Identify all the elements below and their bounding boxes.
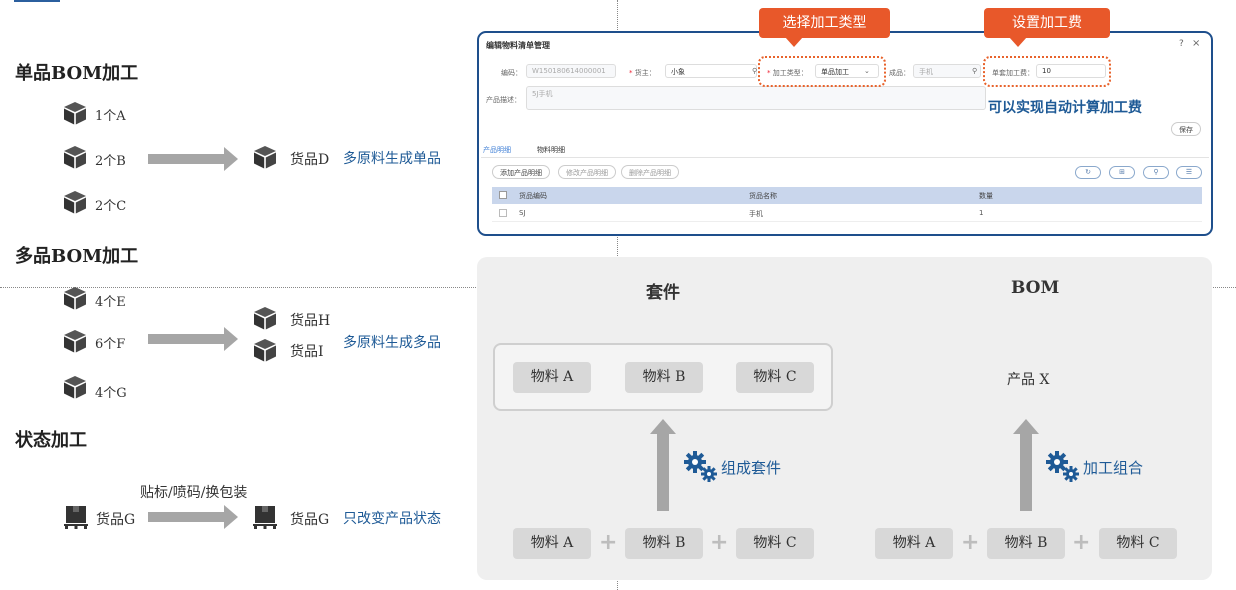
description-field[interactable]: 5J手机 bbox=[526, 86, 986, 110]
cell-code: SJ bbox=[519, 209, 526, 217]
plus-icon: + bbox=[710, 530, 729, 555]
column-settings-icon[interactable]: ☰ bbox=[1176, 166, 1202, 179]
callout-pointer bbox=[1009, 37, 1027, 47]
close-icon[interactable]: × bbox=[1192, 38, 1200, 49]
export-icon[interactable]: ⊞ bbox=[1109, 166, 1135, 179]
box-icon bbox=[64, 376, 86, 399]
multi-bom-title: 多品BOM加工 bbox=[15, 246, 139, 267]
box-icon bbox=[64, 191, 86, 214]
table-row[interactable]: SJ 手机 1 bbox=[492, 205, 1202, 222]
state-process-note: 只改变产品状态 bbox=[343, 511, 441, 527]
code-field[interactable]: W150180614000001 bbox=[526, 64, 616, 78]
single-material-a: 1个A bbox=[95, 109, 126, 124]
add-product-detail-button[interactable]: 添加产品明细 bbox=[492, 165, 550, 179]
column-header-code[interactable]: 货品编码 bbox=[519, 191, 547, 201]
box-icon bbox=[64, 330, 86, 353]
multi-output-goods-i: 货品I bbox=[290, 344, 324, 360]
plus-icon: + bbox=[1072, 530, 1091, 555]
callout-pointer bbox=[785, 37, 803, 47]
gears-icon bbox=[684, 451, 717, 482]
state-process-title: 状态加工 bbox=[15, 430, 87, 451]
column-header-name[interactable]: 货品名称 bbox=[749, 191, 777, 201]
kit-title: 套件 bbox=[646, 283, 680, 303]
box-icon bbox=[64, 146, 86, 169]
kit-top-material-b: 物料 B bbox=[625, 362, 703, 393]
tab-divider bbox=[481, 157, 1209, 158]
edit-product-detail-button[interactable]: 修改产品明细 bbox=[558, 165, 616, 179]
plus-icon: + bbox=[599, 530, 618, 555]
single-material-c: 2个C bbox=[95, 199, 127, 214]
kit-top-material-c: 物料 C bbox=[736, 362, 814, 393]
plus-icon: + bbox=[961, 530, 980, 555]
bom-bottom-material-b: 物料 B bbox=[987, 528, 1065, 559]
right-arrow-icon bbox=[148, 327, 238, 351]
kit-bottom-material-a: 物料 A bbox=[513, 528, 591, 559]
pallet-box-icon bbox=[253, 506, 277, 529]
set-fee-callout: 设置加工费 bbox=[984, 8, 1110, 38]
box-icon bbox=[254, 146, 276, 169]
gears-icon bbox=[1046, 451, 1079, 482]
save-button[interactable]: 保存 bbox=[1171, 122, 1201, 136]
tab-material-details[interactable]: 物料明细 bbox=[537, 145, 565, 155]
box-icon bbox=[254, 339, 276, 362]
search-icon[interactable]: ⚲ bbox=[752, 67, 757, 75]
box-icon bbox=[64, 102, 86, 125]
search-icon[interactable]: ⚲ bbox=[1143, 166, 1169, 179]
search-icon[interactable]: ⚲ bbox=[972, 67, 977, 75]
row-checkbox[interactable] bbox=[499, 209, 507, 217]
select-all-checkbox[interactable] bbox=[499, 191, 507, 199]
refresh-icon[interactable]: ↻ bbox=[1075, 166, 1101, 179]
kit-top-material-a: 物料 A bbox=[513, 362, 591, 393]
right-arrow-icon bbox=[148, 147, 238, 171]
window-title: 编辑物料清单管理 bbox=[486, 41, 550, 50]
description-label: 产品描述： bbox=[486, 96, 521, 104]
bom-bottom-material-a: 物料 A bbox=[875, 528, 953, 559]
help-icon[interactable]: ? bbox=[1179, 39, 1184, 49]
top-accent-line bbox=[14, 0, 60, 2]
delete-product-detail-button[interactable]: 删除产品明细 bbox=[621, 165, 679, 179]
pallet-box-icon bbox=[64, 506, 88, 529]
up-arrow-icon bbox=[1013, 419, 1039, 511]
cell-qty: 1 bbox=[979, 209, 984, 217]
kit-bottom-material-b: 物料 B bbox=[625, 528, 703, 559]
multi-output-goods-h: 货品H bbox=[290, 313, 331, 329]
select-type-callout: 选择加工类型 bbox=[759, 8, 890, 38]
kit-bottom-material-c: 物料 C bbox=[736, 528, 814, 559]
kit-action-label: 组成套件 bbox=[721, 459, 782, 477]
single-bom-title: 单品BOM加工 bbox=[15, 63, 139, 84]
bom-action-label: 加工组合 bbox=[1083, 459, 1144, 477]
cell-name: 手机 bbox=[749, 210, 763, 218]
product-field[interactable]: 手机 bbox=[913, 64, 981, 78]
multi-bom-note: 多原料生成多品 bbox=[343, 335, 441, 351]
column-header-qty[interactable]: 数量 bbox=[979, 191, 993, 201]
auto-calc-note: 可以实现自动计算加工费 bbox=[988, 100, 1142, 116]
bom-bottom-material-c: 物料 C bbox=[1099, 528, 1177, 559]
unit-fee-highlight bbox=[983, 56, 1111, 87]
process-type-highlight bbox=[758, 56, 886, 87]
state-input-goods: 货品G bbox=[96, 512, 136, 528]
product-label: 成品： bbox=[889, 69, 910, 77]
multi-material-g: 4个G bbox=[95, 386, 127, 401]
box-icon bbox=[254, 307, 276, 330]
single-output-goods: 货品D bbox=[290, 152, 330, 168]
code-label: 编码： bbox=[501, 69, 522, 77]
up-arrow-icon bbox=[650, 419, 676, 511]
owner-label: * 货主： bbox=[629, 69, 656, 77]
bom-product-x: 产品 X bbox=[1007, 372, 1050, 388]
right-arrow-icon bbox=[148, 505, 238, 529]
state-process-label: 贴标/喷码/换包装 bbox=[140, 485, 248, 501]
state-output-goods: 货品G bbox=[290, 512, 330, 528]
multi-material-e: 4个E bbox=[95, 295, 126, 310]
table-header: 货品编码 货品名称 数量 bbox=[492, 187, 1202, 204]
multi-material-f: 6个F bbox=[95, 337, 126, 352]
single-material-b: 2个B bbox=[95, 154, 126, 169]
box-icon bbox=[64, 287, 86, 310]
bom-title: BOM bbox=[1011, 278, 1060, 298]
owner-field[interactable]: 小象 bbox=[665, 64, 757, 78]
single-bom-note: 多原料生成单品 bbox=[343, 151, 441, 167]
